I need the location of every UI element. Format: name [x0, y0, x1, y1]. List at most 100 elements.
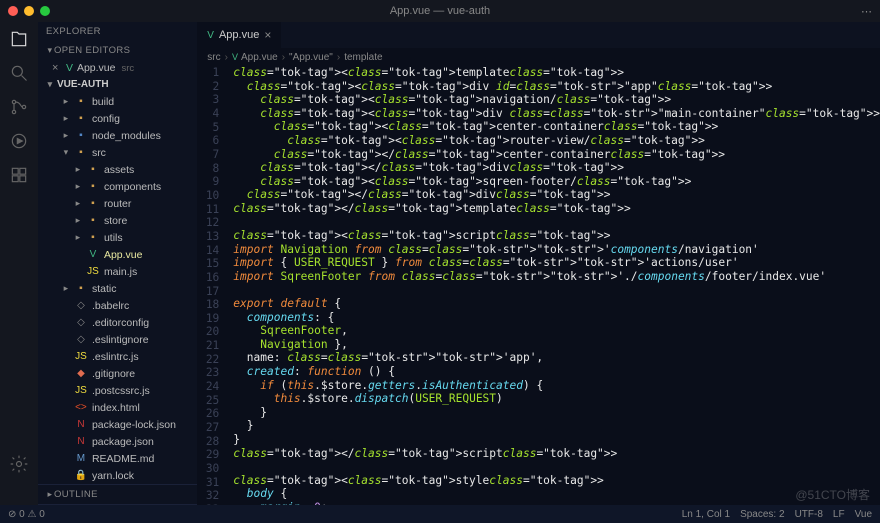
close-icon[interactable]: ×: [52, 62, 62, 74]
code-line[interactable]: class="tok-tag"><class="tok-tag">scriptc…: [233, 229, 880, 243]
breadcrumb-item[interactable]: template: [344, 52, 382, 63]
tree-item[interactable]: ▸▪router: [38, 195, 197, 212]
breadcrumb-item[interactable]: VApp.vue: [232, 52, 278, 63]
tree-item[interactable]: Npackage.json: [38, 433, 197, 450]
chevron-icon: ▸: [74, 232, 82, 243]
code-line[interactable]: SqreenFooter,: [233, 324, 880, 338]
tree-item[interactable]: ▸▪assets: [38, 161, 197, 178]
breadcrumb[interactable]: src›VApp.vue›"App.vue"›template: [197, 48, 880, 66]
watermark: @51CTO博客: [795, 486, 870, 503]
search-icon[interactable]: [8, 62, 30, 84]
tree-item[interactable]: MREADME.md: [38, 450, 197, 467]
tree-item[interactable]: ▸▪node_modules: [38, 127, 197, 144]
code-line[interactable]: class="tok-tag"></class="tok-tag">script…: [233, 447, 880, 461]
tree-item[interactable]: Npackage-lock.json: [38, 416, 197, 433]
code-line[interactable]: class="tok-tag"></class="tok-tag">templa…: [233, 202, 880, 216]
tree-item[interactable]: ▾▪src: [38, 144, 197, 161]
tree-item[interactable]: JSmain.js: [38, 263, 197, 280]
status-encoding[interactable]: UTF-8: [795, 509, 823, 520]
folder-icon: ▪: [74, 282, 88, 296]
tree-item[interactable]: ▸▪static: [38, 280, 197, 297]
code-line[interactable]: margin: 0;: [233, 501, 880, 505]
code-line[interactable]: created: function () {: [233, 365, 880, 379]
code-line[interactable]: export default {: [233, 297, 880, 311]
minimize-window-icon[interactable]: [24, 6, 34, 16]
code-line[interactable]: class="tok-tag"><class="tok-tag">templat…: [233, 66, 880, 80]
status-eol[interactable]: LF: [833, 509, 845, 520]
close-icon[interactable]: ×: [264, 28, 271, 42]
tree-item[interactable]: VApp.vue: [38, 246, 197, 263]
code-line[interactable]: Navigation },: [233, 338, 880, 352]
tree-item[interactable]: ◇.editorconfig: [38, 314, 197, 331]
code-line[interactable]: class="tok-tag"><class="tok-tag">router-…: [233, 134, 880, 148]
code-line[interactable]: this.$store.dispatch(USER_REQUEST): [233, 392, 880, 406]
code-line[interactable]: }: [233, 406, 880, 420]
tab-appvue[interactable]: V App.vue ×: [197, 22, 281, 48]
tree-item[interactable]: ▸▪build: [38, 93, 197, 110]
root-folder[interactable]: ▾VUE-AUTH: [38, 76, 197, 93]
code-line[interactable]: import { USER_REQUEST } from class=class…: [233, 256, 880, 270]
close-window-icon[interactable]: [8, 6, 18, 16]
code-content[interactable]: class="tok-tag"><class="tok-tag">templat…: [227, 66, 880, 505]
code-line[interactable]: class="tok-tag"><class="tok-tag">div id=…: [233, 80, 880, 94]
tree-item[interactable]: ▸▪config: [38, 110, 197, 127]
npm-scripts-title[interactable]: ▸NPM SCRIPTS: [38, 504, 197, 505]
status-lang[interactable]: Vue: [855, 509, 872, 520]
code-line[interactable]: class="tok-tag"></class="tok-tag">center…: [233, 148, 880, 162]
tree-item[interactable]: ▸▪utils: [38, 229, 197, 246]
code-line[interactable]: class="tok-tag"></class="tok-tag">divcla…: [233, 161, 880, 175]
tab-bar: V App.vue ×: [197, 22, 880, 48]
tree-item[interactable]: <>index.html: [38, 399, 197, 416]
open-editors-title[interactable]: ▾OPEN EDITORS: [38, 41, 197, 60]
line-number: 28: [197, 435, 219, 449]
code-editor[interactable]: 1234567891011121314151617181920212223242…: [197, 66, 880, 505]
code-line[interactable]: import Navigation from class=class="tok-…: [233, 243, 880, 257]
code-line[interactable]: class="tok-tag"><class="tok-tag">sqreen-…: [233, 175, 880, 189]
tree-item[interactable]: ◇.eslintignore: [38, 331, 197, 348]
window-controls: [0, 6, 50, 16]
code-line[interactable]: [233, 284, 880, 298]
tree-item[interactable]: JS.postcssrc.js: [38, 382, 197, 399]
settings-gear-icon[interactable]: [8, 453, 30, 475]
line-number: 23: [197, 366, 219, 380]
code-line[interactable]: class="tok-tag"></class="tok-tag">divcla…: [233, 188, 880, 202]
tree-item[interactable]: 🔒yarn.lock: [38, 467, 197, 484]
more-icon[interactable]: ⋯: [861, 5, 872, 18]
code-line[interactable]: components: {: [233, 311, 880, 325]
code-line[interactable]: }: [233, 419, 880, 433]
line-number: 9: [197, 175, 219, 189]
breadcrumb-item[interactable]: src: [207, 52, 220, 63]
status-cursor[interactable]: Ln 1, Col 1: [682, 509, 730, 520]
open-editor-item[interactable]: × V App.vue src: [38, 60, 197, 76]
line-number: 1: [197, 66, 219, 80]
code-line[interactable]: name: class=class="tok-str">"tok-str">'a…: [233, 351, 880, 365]
breadcrumb-separator: ›: [225, 52, 228, 63]
source-control-icon[interactable]: [8, 96, 30, 118]
extensions-icon[interactable]: [8, 164, 30, 186]
code-line[interactable]: body {: [233, 487, 880, 501]
tree-item[interactable]: JS.eslintrc.js: [38, 348, 197, 365]
code-line[interactable]: class="tok-tag"><class="tok-tag">navigat…: [233, 93, 880, 107]
code-line[interactable]: import SqreenFooter from class=class="to…: [233, 270, 880, 284]
code-line[interactable]: class="tok-tag"><class="tok-tag">div cla…: [233, 107, 880, 121]
code-line[interactable]: if (this.$store.getters.isAuthenticated)…: [233, 379, 880, 393]
maximize-window-icon[interactable]: [40, 6, 50, 16]
status-spaces[interactable]: Spaces: 2: [740, 509, 784, 520]
line-number: 27: [197, 421, 219, 435]
tree-item[interactable]: ▸▪store: [38, 212, 197, 229]
code-line[interactable]: [233, 460, 880, 474]
code-line[interactable]: class="tok-tag"><class="tok-tag">center-…: [233, 120, 880, 134]
line-number: 10: [197, 189, 219, 203]
code-line[interactable]: class="tok-tag"><class="tok-tag">stylecl…: [233, 474, 880, 488]
code-line[interactable]: }: [233, 433, 880, 447]
outline-title[interactable]: ▸OUTLINE: [38, 484, 197, 504]
tree-item[interactable]: ◆.gitignore: [38, 365, 197, 382]
tree-item[interactable]: ▸▪components: [38, 178, 197, 195]
line-number: 14: [197, 244, 219, 258]
code-line[interactable]: [233, 216, 880, 230]
debug-icon[interactable]: [8, 130, 30, 152]
status-problems[interactable]: ⊘ 0 ⚠ 0: [8, 509, 45, 520]
explorer-icon[interactable]: [8, 28, 30, 50]
breadcrumb-item[interactable]: "App.vue": [289, 52, 333, 63]
tree-item[interactable]: ◇.babelrc: [38, 297, 197, 314]
